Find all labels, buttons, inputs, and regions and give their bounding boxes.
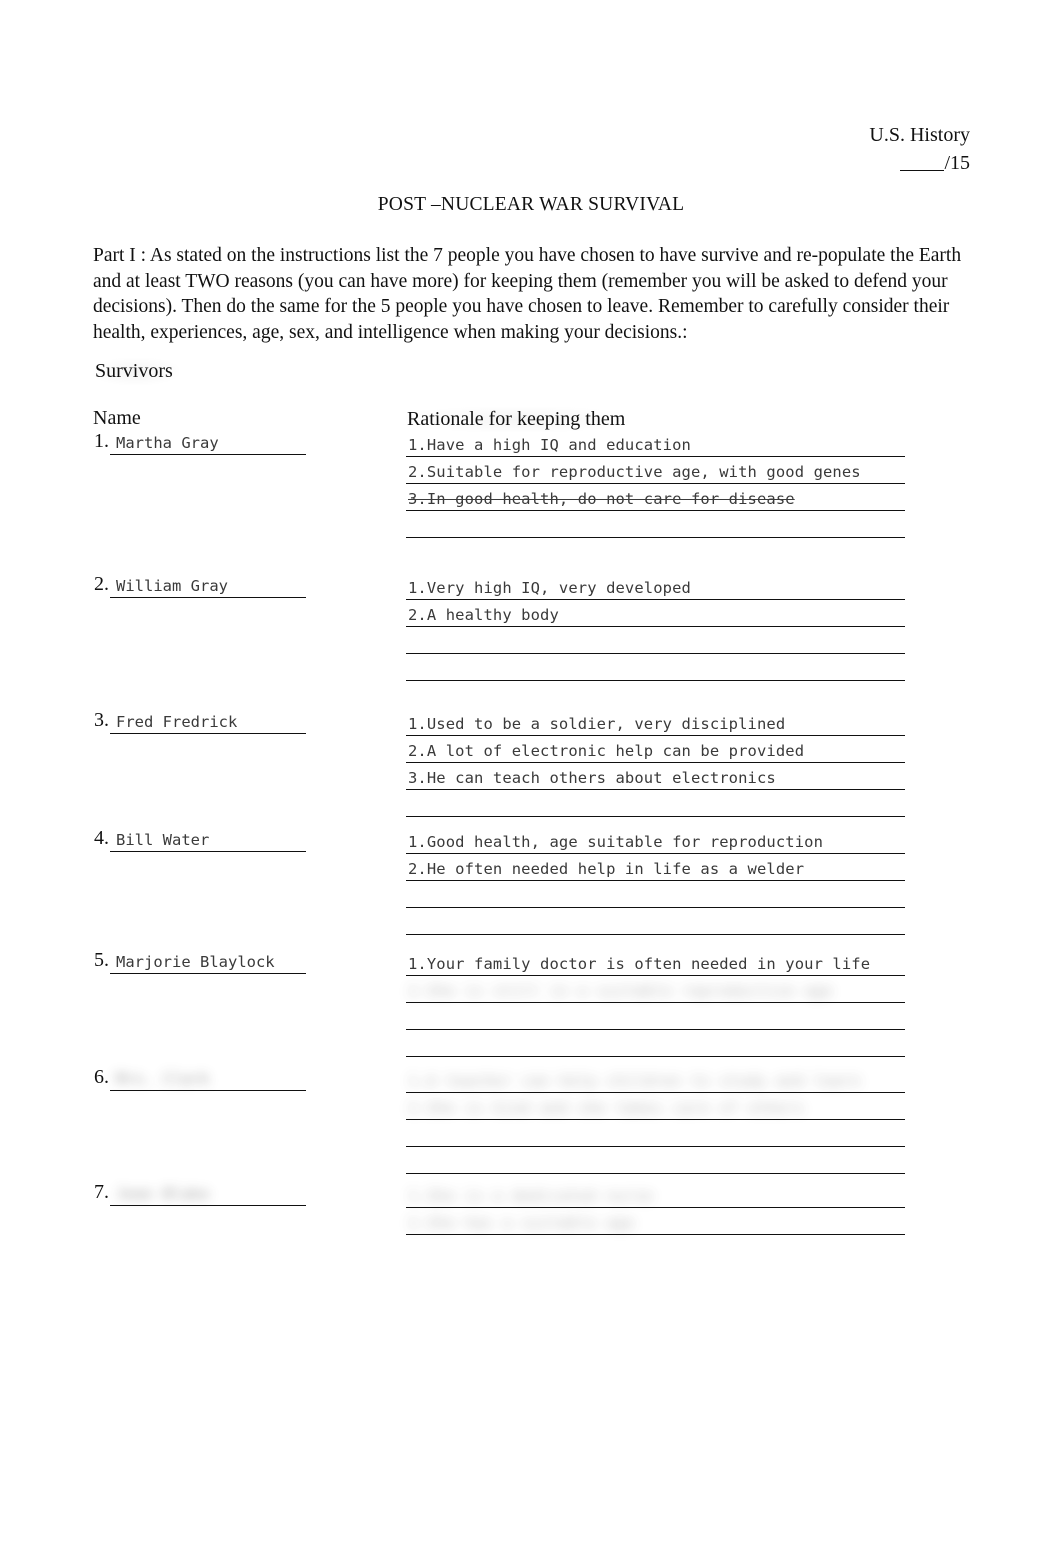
instructions-paragraph: Part I : As stated on the instructions l… [93,245,962,343]
document-title: POST –NUCLEAR WAR SURVIVAL [377,194,685,215]
entry-number: 1. [94,430,109,452]
rationale-group: 1.Very high IQ, very developed 2.A health… [406,573,905,681]
rationale-line[interactable]: 2.A lot of electronic help can be provid… [406,736,905,763]
entry-number: 6. [94,1066,109,1088]
rationale-text: 1.She is a dedicated nurse [408,1187,654,1205]
survivor-name-field[interactable]: Fred Fredrick [110,709,306,734]
survivor-name-value: Jean Blake [116,1185,210,1203]
rationale-line[interactable] [406,790,905,817]
score-total: /15 [944,152,970,174]
rationale-line[interactable]: 2.Suitable for reproductive age, with go… [406,457,905,484]
rationale-line[interactable]: 1.Used to be a soldier, very disciplined [406,709,905,736]
score-blank-line[interactable] [900,170,945,171]
rationale-line[interactable] [406,1147,905,1174]
rationale-text: 1.Very high IQ, very developed [408,579,691,597]
column-header-name: Name [93,407,141,429]
rationale-line[interactable]: 2.A healthy body [406,600,905,627]
survivor-name-field[interactable]: Martha Gray [110,430,306,455]
rationale-group: 1.Your family doctor is often needed in … [406,949,905,1057]
rationale-line[interactable] [406,627,905,654]
survivor-name-field[interactable]: William Gray [110,573,306,598]
rationale-text: 2.She has a suitable age [408,1214,635,1232]
rationale-group: 1.Good health, age suitable for reproduc… [406,827,905,935]
entry-number: 2. [94,573,109,595]
rationale-text: 1.Have a high IQ and education [408,436,691,454]
column-header-rationale: Rationale for keeping them [406,407,630,432]
survivor-name-value: Fred Fredrick [116,713,238,731]
rationale-line[interactable]: 2.She has a suitable age [406,1208,905,1235]
rationale-line[interactable]: 3.In good health, do not care for diseas… [406,484,905,511]
survivor-name-field[interactable]: Jean Blake [110,1181,306,1206]
survivor-name-value: Marjorie Blaylock [116,953,275,971]
rationale-line[interactable]: 1.She is a dedicated nurse [406,1181,905,1208]
rationale-text: 1.Used to be a soldier, very disciplined [408,715,786,733]
survivor-name-value: Bill Water [116,831,210,849]
survivor-name-value: Martha Gray [116,434,219,452]
rationale-line[interactable] [406,511,905,538]
rationale-text: 2.Suitable for reproductive age, with go… [408,463,861,481]
survivor-name-field[interactable]: Bill Water [110,827,306,852]
survivor-name-value: Mrs. Clark [116,1070,210,1088]
rationale-group: 1.She is a dedicated nurse 2.She has a su… [406,1181,905,1235]
rationale-text: 1.Good health, age suitable for reproduc… [408,833,823,851]
score-field: /15 [869,150,970,176]
rationale-line[interactable]: 1.Have a high IQ and education [406,430,905,457]
rationale-group: 1.A teacher can help children to study a… [406,1066,905,1174]
survivor-name-field[interactable]: Mrs. Clark [110,1066,306,1091]
entry-number: 4. [94,827,109,849]
course-label: U.S. History [869,124,970,146]
rationale-line[interactable]: 1.Good health, age suitable for reproduc… [406,827,905,854]
rationale-line[interactable] [406,654,905,681]
rationale-text: 2.She is kind and she takes care of othe… [408,1099,805,1117]
rationale-line[interactable]: 1.A teacher can help children to study a… [406,1066,905,1093]
rationale-text: 1.Your family doctor is often needed in … [408,955,871,973]
rationale-text: 1.A teacher can help children to study a… [408,1072,861,1090]
rationale-line[interactable]: 2.She is still in a suitable reproductiv… [406,976,905,1003]
rationale-line[interactable] [406,1030,905,1057]
rationale-line[interactable] [406,1003,905,1030]
survivor-name-field[interactable]: Marjorie Blaylock [110,949,306,974]
worksheet-page: U.S. History /15 POST –NUCLEAR WAR SURVI… [0,0,1062,1556]
rationale-line[interactable]: 1.Your family doctor is often needed in … [406,949,905,976]
rationale-line[interactable]: 1.Very high IQ, very developed [406,573,905,600]
rationale-text: 2.A healthy body [408,606,559,624]
section-heading-survivors: Survivors [93,358,179,385]
survivor-name-value: William Gray [116,577,228,595]
rationale-group: 1.Used to be a soldier, very disciplined… [406,709,905,817]
rationale-text: 2.He often needed help in life as a weld… [408,860,805,878]
rationale-text: 3.In good health, do not care for diseas… [408,490,795,508]
rationale-group: 1.Have a high IQ and education 2.Suitable… [406,430,905,538]
rationale-line[interactable] [406,881,905,908]
entry-number: 5. [94,949,109,971]
rationale-text: 2.She is still in a suitable reproductiv… [408,982,833,1000]
rationale-line[interactable] [406,1120,905,1147]
rationale-line[interactable] [406,908,905,935]
rationale-line[interactable]: 2.She is kind and she takes care of othe… [406,1093,905,1120]
rationale-text: 3.He can teach others about electronics [408,769,776,787]
rationale-line[interactable]: 3.He can teach others about electronics [406,763,905,790]
entry-number: 3. [94,709,109,731]
entry-number: 7. [94,1181,109,1203]
rationale-text: 2.A lot of electronic help can be provid… [408,742,805,760]
page-header: U.S. History /15 [869,122,970,176]
rationale-line[interactable]: 2.He often needed help in life as a weld… [406,854,905,881]
